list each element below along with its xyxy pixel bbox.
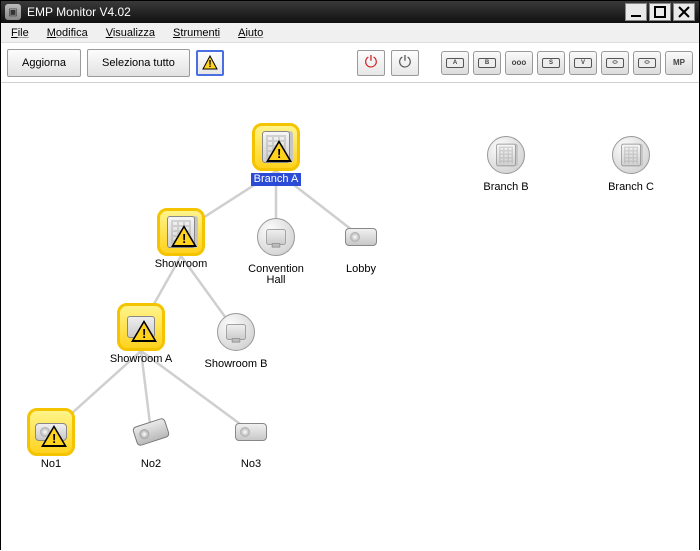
node-branch-c[interactable]: Branch C bbox=[591, 131, 671, 194]
select-all-button[interactable]: Seleziona tutto bbox=[87, 49, 190, 77]
tree-canvas[interactable]: ! Branch A Branch B Branch C! Showroom Conven… bbox=[1, 83, 699, 551]
menu-view[interactable]: Visualizza bbox=[106, 27, 155, 39]
toolbar: Aggiorna Seleziona tutto ! ⏻ ⏻ A B ooo S… bbox=[1, 43, 699, 83]
node-label: No2 bbox=[138, 458, 164, 471]
node-label: Convention Hall bbox=[245, 263, 307, 287]
node-showroom-a[interactable]: ! Showroom A bbox=[101, 303, 181, 366]
port-s-button[interactable]: S bbox=[537, 51, 565, 75]
node-lobby[interactable]: Lobby bbox=[321, 213, 401, 276]
svg-text:!: ! bbox=[208, 59, 211, 70]
port-c2-button[interactable]: ⬭ bbox=[633, 51, 661, 75]
power-on-button[interactable]: ⏻ bbox=[357, 50, 385, 76]
menu-edit[interactable]: Modifica bbox=[47, 27, 88, 39]
menu-help[interactable]: Aiuto bbox=[238, 27, 263, 39]
node-no1[interactable]: ! No1 bbox=[11, 408, 91, 471]
refresh-button[interactable]: Aggiorna bbox=[7, 49, 81, 77]
node-label: Branch C bbox=[605, 181, 657, 194]
node-no3[interactable]: No3 bbox=[211, 408, 291, 471]
node-label: No1 bbox=[38, 458, 64, 471]
monitor-circle-icon bbox=[212, 308, 260, 356]
maximize-button[interactable] bbox=[649, 3, 671, 21]
app-icon: ▣ bbox=[5, 4, 21, 20]
monitor-circle-icon bbox=[252, 213, 300, 261]
menu-file[interactable]: File bbox=[11, 27, 29, 39]
port-v-button[interactable]: V bbox=[569, 51, 597, 75]
titlebar: ▣ EMP Monitor V4.02 bbox=[1, 1, 699, 23]
menu-tools[interactable]: Strumenti bbox=[173, 27, 220, 39]
node-showroom-b[interactable]: Showroom B bbox=[196, 308, 276, 371]
node-label: Showroom A bbox=[107, 353, 175, 366]
port-buttons: A B ooo S V ⬭ ⬭ MP bbox=[441, 51, 693, 75]
node-label: No3 bbox=[238, 458, 264, 471]
minimize-button[interactable] bbox=[625, 3, 647, 21]
node-label: Lobby bbox=[343, 263, 379, 276]
building-icon: ! bbox=[157, 208, 205, 256]
port-b-button[interactable]: B bbox=[473, 51, 501, 75]
warning-filter-button[interactable]: ! bbox=[196, 50, 224, 76]
building-circle-icon bbox=[607, 131, 655, 179]
node-branch-a[interactable]: ! Branch A bbox=[236, 123, 316, 186]
node-label: Showroom bbox=[152, 258, 211, 271]
menubar: File Modifica Visualizza Strumenti Aiuto bbox=[1, 23, 699, 43]
port-mp-button[interactable]: MP bbox=[665, 51, 693, 75]
building-circle-icon bbox=[482, 131, 530, 179]
node-label: Branch A bbox=[251, 173, 302, 186]
projector-icon bbox=[227, 408, 275, 456]
projector-icon: ! bbox=[27, 408, 75, 456]
node-label: Branch B bbox=[480, 181, 531, 194]
projector-tilt-icon bbox=[127, 408, 175, 456]
node-showroom[interactable]: ! Showroom bbox=[141, 208, 221, 271]
node-branch-b[interactable]: Branch B bbox=[466, 131, 546, 194]
window-title: EMP Monitor V4.02 bbox=[27, 5, 625, 19]
node-convention[interactable]: Convention Hall bbox=[236, 213, 316, 287]
node-no2[interactable]: No2 bbox=[111, 408, 191, 471]
port-a-button[interactable]: A bbox=[441, 51, 469, 75]
port-c1-button[interactable]: ⬭ bbox=[601, 51, 629, 75]
close-button[interactable] bbox=[673, 3, 695, 21]
monitor-icon: ! bbox=[117, 303, 165, 351]
node-label: Showroom B bbox=[202, 358, 271, 371]
port-ooo-button[interactable]: ooo bbox=[505, 51, 533, 75]
building-icon: ! bbox=[252, 123, 300, 171]
projector-icon bbox=[337, 213, 385, 261]
power-off-button[interactable]: ⏻ bbox=[391, 50, 419, 76]
